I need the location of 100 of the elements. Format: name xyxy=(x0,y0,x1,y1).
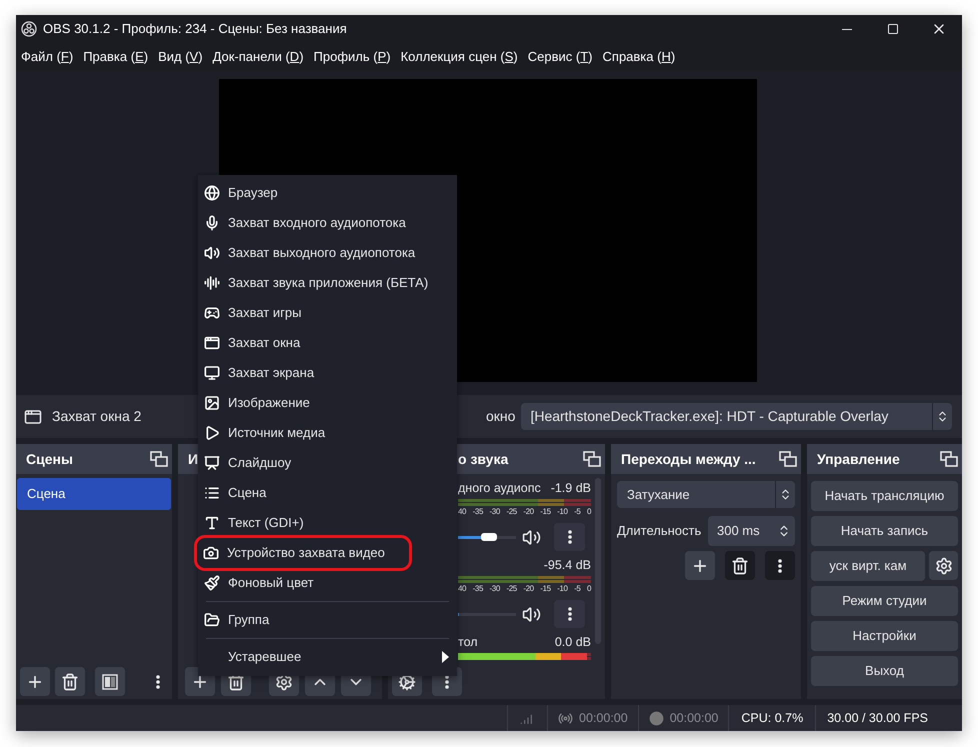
float-button[interactable] xyxy=(150,450,168,468)
settings-button[interactable] xyxy=(929,551,958,580)
window-select[interactable]: [HearthstoneDeckTracker.exe]: HDT - Capturable Overlay xyxy=(521,403,952,430)
menu-item[interactable]: Коллекция сцен (S) xyxy=(400,46,518,66)
menu-option[interactable]: Захват входного аудиопотока xyxy=(198,208,457,238)
menu-option[interactable]: Фоновый цвет xyxy=(198,568,457,598)
scale-label: -15 xyxy=(540,507,551,517)
float-icon xyxy=(583,451,601,467)
menu-option[interactable]: Захват выходного аудиопотока xyxy=(198,238,457,268)
scale-label: -30 xyxy=(490,584,500,594)
more-icon xyxy=(568,530,572,544)
menu-option[interactable]: Браузер xyxy=(198,178,457,208)
menu-option[interactable]: Текст (GDI+) xyxy=(198,508,457,538)
dock-title: Управление xyxy=(817,450,900,469)
float-icon xyxy=(779,451,797,467)
trash-icon xyxy=(61,672,79,690)
scale-label: -10 xyxy=(557,584,568,594)
dock-title: о звука xyxy=(458,450,508,469)
gamepad-icon xyxy=(204,305,220,321)
float-icon xyxy=(940,451,958,467)
delete-button[interactable] xyxy=(55,667,85,696)
channel-menu-button[interactable] xyxy=(554,523,585,551)
menu-item[interactable]: Сервис (T) xyxy=(528,46,593,66)
maximize-icon xyxy=(887,23,899,35)
control-button[interactable]: Начать трансляцию xyxy=(811,481,958,511)
menu-option[interactable]: Устройство захвата видео xyxy=(197,538,409,568)
microphone-icon xyxy=(204,215,220,231)
menu-item[interactable]: Профиль (P) xyxy=(314,46,391,66)
transition-select[interactable]: Затухание xyxy=(617,481,795,508)
float-button[interactable] xyxy=(940,450,958,468)
scale-label: -20 xyxy=(523,584,534,594)
stream-icon xyxy=(558,710,574,726)
channel-menu-button[interactable] xyxy=(554,600,585,628)
dock-title: И xyxy=(188,450,198,468)
speaker-icon[interactable] xyxy=(522,528,541,546)
scale-label: 0 xyxy=(586,584,591,594)
settings-icon xyxy=(934,556,952,574)
play-icon xyxy=(204,425,220,441)
scale-label: -25 xyxy=(506,507,517,517)
presentation-icon xyxy=(204,455,220,471)
trash-icon xyxy=(731,556,749,574)
menu-option[interactable]: Захват окна xyxy=(198,328,457,358)
window-icon xyxy=(24,408,42,426)
record-icon xyxy=(648,710,664,726)
control-button[interactable]: Режим студии xyxy=(811,586,958,616)
control-button[interactable]: Настройки xyxy=(811,621,958,651)
scene-item[interactable]: Сцена xyxy=(17,478,171,510)
float-icon xyxy=(150,451,168,467)
menu-option[interactable]: Захват экрана xyxy=(198,358,457,388)
menu-option[interactable]: Захват звука приложения (БЕТА) xyxy=(198,268,457,298)
list-icon xyxy=(204,485,220,501)
speaker-icon[interactable] xyxy=(522,604,541,624)
more-icon xyxy=(156,674,160,688)
cpu-usage: CPU: 0.7% xyxy=(741,710,804,727)
duration-label: Длительность xyxy=(617,522,702,540)
volume-slider[interactable] xyxy=(458,533,516,541)
menu-option[interactable]: Слайдшоу xyxy=(198,448,457,478)
scale-label: -30 xyxy=(490,507,500,517)
camera-icon xyxy=(203,545,219,561)
float-button[interactable] xyxy=(583,450,601,468)
menu-option[interactable]: Сцена xyxy=(198,478,457,508)
add-button[interactable] xyxy=(685,551,715,580)
dock-title: Переходы между ... xyxy=(621,450,756,469)
text-icon xyxy=(204,515,220,531)
menu-option[interactable]: Источник медиа xyxy=(198,418,457,448)
delete-button[interactable] xyxy=(725,551,755,580)
scale-label: -5 xyxy=(574,584,580,594)
filter-icon xyxy=(102,674,118,690)
channel-reading: 0.0 dB xyxy=(554,634,591,651)
scale-label: 0 xyxy=(586,507,591,517)
globe-icon xyxy=(204,185,220,201)
record-time: 00:00:00 xyxy=(670,710,718,727)
float-button[interactable] xyxy=(779,450,797,468)
menu-item[interactable]: Док-панели (D) xyxy=(212,46,304,66)
menu-item[interactable]: Справка (H) xyxy=(602,46,676,66)
menu-option[interactable]: Захват игры xyxy=(198,298,457,328)
menu-item[interactable]: Правка (E) xyxy=(83,46,148,66)
speaker-icon xyxy=(204,245,220,261)
stream-time: 00:00:00 xyxy=(579,710,628,727)
channel-reading: -95.4 dB xyxy=(544,556,591,574)
scale-label: -25 xyxy=(506,584,517,594)
filter-button[interactable] xyxy=(95,667,125,696)
menu-option[interactable]: Изображение xyxy=(198,388,457,418)
scale-label: -35 xyxy=(472,584,484,594)
duration-field[interactable]: 300 ms xyxy=(708,516,795,546)
window-title: OBS 30.1.2 - Профиль: 234 - Сцены: Без названия xyxy=(43,20,347,38)
control-button[interactable]: уск вирт. кам xyxy=(811,551,925,581)
control-button[interactable]: Выход xyxy=(811,656,958,686)
add-button[interactable] xyxy=(20,667,50,696)
channel-name: дного аудиопс xyxy=(458,480,541,497)
menu-option[interactable]: Группа xyxy=(198,605,457,635)
folder-icon xyxy=(204,612,220,628)
volume-slider[interactable] xyxy=(458,610,516,618)
menu-item[interactable]: Файл (F) xyxy=(21,46,74,66)
menu-option[interactable]: Устаревшее xyxy=(198,642,457,672)
menu-item[interactable]: Вид (V) xyxy=(158,46,203,66)
more-button[interactable] xyxy=(765,551,795,580)
scale-label: -20 xyxy=(523,507,534,517)
more-icon xyxy=(568,607,572,621)
control-button[interactable]: Начать запись xyxy=(811,516,958,546)
